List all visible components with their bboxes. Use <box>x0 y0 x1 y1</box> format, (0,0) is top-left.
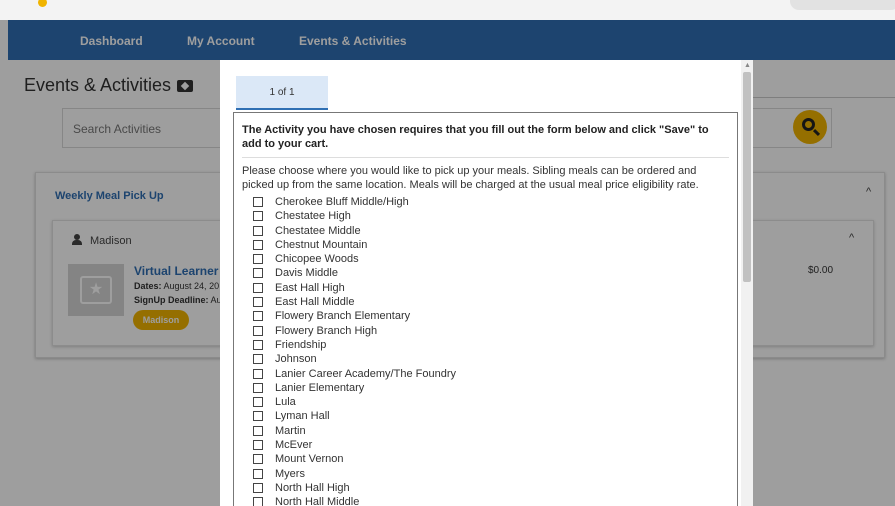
pickup-option-label: North Hall Middle <box>275 496 360 506</box>
pickup-option[interactable]: North Hall Middle <box>242 495 729 506</box>
checkbox[interactable] <box>253 254 263 265</box>
pickup-option-label: North Hall High <box>275 481 350 494</box>
form-intro: The Activity you have chosen requires th… <box>242 124 709 150</box>
checkbox[interactable] <box>253 454 263 465</box>
pickup-option-label: Chestatee Middle <box>275 224 361 237</box>
scroll-up-icon[interactable]: ▲ <box>744 62 751 69</box>
pickup-option-label: Chicopee Woods <box>275 253 359 266</box>
pickup-option-label: Myers <box>275 467 305 480</box>
pickup-location-options: Cherokee Bluff Middle/High Chestatee High… <box>242 195 729 506</box>
pickup-option[interactable]: East Hall Middle <box>242 295 729 309</box>
checkbox[interactable] <box>253 325 263 336</box>
pickup-option-label: Mount Vernon <box>275 453 344 466</box>
checkbox[interactable] <box>253 411 263 422</box>
pickup-option[interactable]: Mount Vernon <box>242 452 729 466</box>
pickup-option-label: Flowery Branch Elementary <box>275 310 411 323</box>
top-strip <box>0 0 895 20</box>
pickup-option-label: East Hall High <box>275 281 345 294</box>
pickup-option[interactable]: Cherokee Bluff Middle/High <box>242 195 729 209</box>
pickup-option-label: East Hall Middle <box>275 296 355 309</box>
divider <box>242 157 729 158</box>
pickup-option[interactable]: Myers <box>242 467 729 481</box>
pickup-option[interactable]: Lyman Hall <box>242 409 729 423</box>
pickup-option-label: McEver <box>275 439 313 452</box>
form-description: Please choose where you would like to pi… <box>242 165 699 191</box>
modal-scrollbar[interactable]: ▲ <box>741 60 753 506</box>
checkbox[interactable] <box>253 440 263 451</box>
pickup-option-label: Lanier Elementary <box>275 381 365 394</box>
tab-page-1[interactable]: 1 of 1 <box>236 76 328 110</box>
pickup-option-label: Lanier Career Academy/The Foundry <box>275 367 456 380</box>
pickup-option[interactable]: McEver <box>242 438 729 452</box>
pickup-option-label: Martin <box>275 424 306 437</box>
checkbox[interactable] <box>253 239 263 250</box>
checkbox[interactable] <box>253 482 263 493</box>
checkbox[interactable] <box>253 354 263 365</box>
pickup-option[interactable]: Lanier Elementary <box>242 381 729 395</box>
pickup-option[interactable]: Flowery Branch Elementary <box>242 309 729 323</box>
pickup-option[interactable]: East Hall High <box>242 281 729 295</box>
activity-form: The Activity you have chosen requires th… <box>233 112 738 506</box>
pickup-option-label: Johnson <box>275 353 317 366</box>
pickup-option-label: Lyman Hall <box>275 410 330 423</box>
pickup-option-label: Davis Middle <box>275 267 338 280</box>
checkbox[interactable] <box>253 397 263 408</box>
form-modal: 1 of 1 The Activity you have chosen requ… <box>220 60 753 506</box>
pickup-option-label: Chestnut Mountain <box>275 238 368 251</box>
pickup-option[interactable]: Lula <box>242 395 729 409</box>
checkbox[interactable] <box>253 282 263 293</box>
checkbox[interactable] <box>253 382 263 393</box>
checkbox[interactable] <box>253 311 263 322</box>
pickup-option[interactable]: Chestatee Middle <box>242 224 729 238</box>
checkbox[interactable] <box>253 297 263 308</box>
pickup-option[interactable]: Martin <box>242 424 729 438</box>
pickup-option-label: Cherokee Bluff Middle/High <box>275 196 409 208</box>
checkbox[interactable] <box>253 339 263 350</box>
checkbox[interactable] <box>253 211 263 222</box>
checkbox[interactable] <box>253 468 263 479</box>
top-pill[interactable] <box>790 0 895 10</box>
pickup-option-label: Friendship <box>275 338 327 351</box>
pickup-option[interactable]: Chestatee High <box>242 209 729 223</box>
checkbox[interactable] <box>253 197 263 207</box>
pickup-option[interactable]: Chestnut Mountain <box>242 238 729 252</box>
checkbox[interactable] <box>253 268 263 279</box>
checkbox[interactable] <box>253 225 263 236</box>
status-dot <box>38 0 47 7</box>
pickup-option[interactable]: Friendship <box>242 338 729 352</box>
pickup-option[interactable]: North Hall High <box>242 481 729 495</box>
pickup-option-label: Flowery Branch High <box>275 324 378 337</box>
checkbox[interactable] <box>253 425 263 436</box>
pickup-option[interactable]: Davis Middle <box>242 266 729 280</box>
pickup-option-label: Chestatee High <box>275 210 351 223</box>
scrollbar-thumb[interactable] <box>743 72 751 282</box>
pickup-option[interactable]: Johnson <box>242 352 729 366</box>
pickup-option-label: Lula <box>275 396 296 409</box>
pickup-option[interactable]: Chicopee Woods <box>242 252 729 266</box>
checkbox[interactable] <box>253 368 263 379</box>
pickup-option[interactable]: Flowery Branch High <box>242 324 729 338</box>
pickup-option[interactable]: Lanier Career Academy/The Foundry <box>242 367 729 381</box>
checkbox[interactable] <box>253 497 263 506</box>
